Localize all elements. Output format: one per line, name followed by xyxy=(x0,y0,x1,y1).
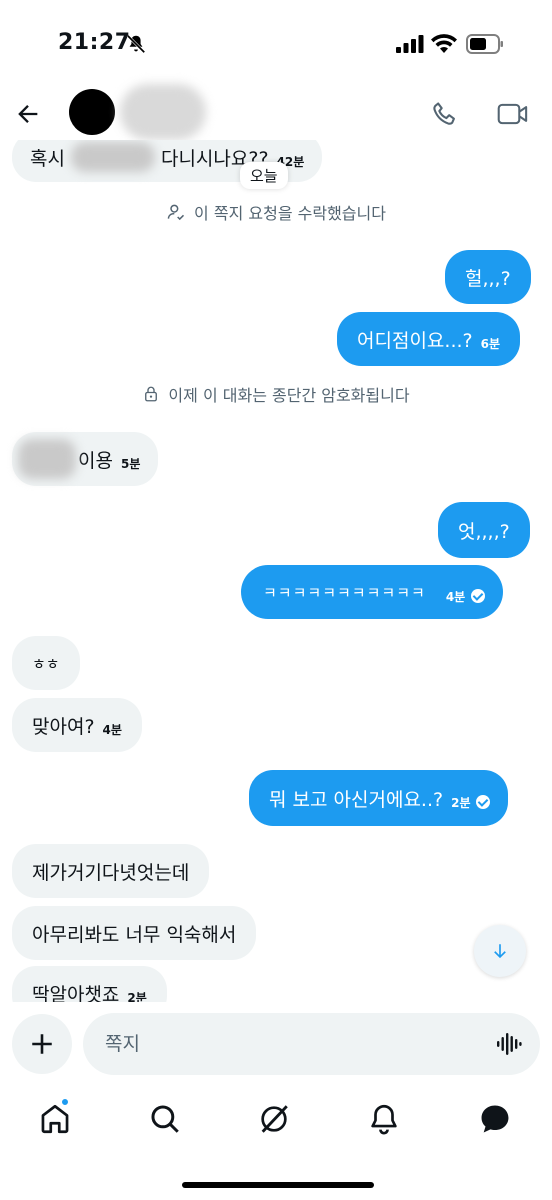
message-incoming[interactable]: 아무리봐도 너무 익숙해서 xyxy=(12,906,257,960)
message-outgoing[interactable]: ㅋㅋㅋㅋㅋㅋㅋㅋㅋㅋㅋ 4분 xyxy=(241,565,504,619)
message-incoming[interactable]: 이용 5분 xyxy=(12,432,159,486)
status-bar: 21:27 xyxy=(0,0,552,80)
phone-icon[interactable] xyxy=(430,100,458,128)
message-outgoing[interactable]: 엇,,,,? xyxy=(438,502,530,558)
system-notice-accepted: 이 쪽지 요청을 수락했습니다 xyxy=(0,200,552,224)
message-input[interactable] xyxy=(105,1013,485,1075)
status-time: 21:27 xyxy=(58,30,131,55)
back-arrow-icon[interactable] xyxy=(14,100,42,128)
message-outgoing[interactable]: 헐,,,? xyxy=(445,250,531,304)
bottom-nav xyxy=(0,1090,552,1150)
home-indicator xyxy=(182,1182,374,1188)
read-check-icon xyxy=(476,795,491,809)
message-outgoing[interactable]: 뭐 보고 아신거에요..? 2분 xyxy=(249,770,509,826)
message-list[interactable]: 혹시 다니시나요?? 42분 오늘 이 쪽지 요청을 수락했습니다 헐,,,? … xyxy=(0,140,552,1002)
battery-icon xyxy=(466,34,503,54)
read-check-icon xyxy=(471,589,486,603)
message-incoming[interactable]: 맞아여? 4분 xyxy=(12,698,142,752)
scroll-to-bottom-button[interactable] xyxy=(474,925,526,977)
add-attachment-button[interactable] xyxy=(12,1014,72,1074)
message-outgoing[interactable]: 어디점이요...? 6분 xyxy=(337,312,520,366)
message-incoming[interactable]: 제가거기다녓엇는데 xyxy=(12,844,210,898)
bell-icon[interactable] xyxy=(367,1102,401,1136)
redacted-text xyxy=(70,142,155,172)
bell-off-icon xyxy=(126,34,146,54)
voice-icon[interactable] xyxy=(496,1031,522,1057)
redacted-text xyxy=(18,439,76,479)
plus-icon xyxy=(32,1034,52,1054)
wifi-icon xyxy=(431,34,457,53)
video-icon[interactable] xyxy=(497,100,529,128)
home-icon[interactable] xyxy=(38,1102,72,1136)
lock-icon xyxy=(145,386,158,402)
system-notice-encrypted: 이제 이 대화는 종단간 암호화됩니다 xyxy=(0,382,552,406)
search-icon[interactable] xyxy=(148,1102,182,1136)
message-incoming[interactable]: 딱알아챗죠 2분 xyxy=(12,966,167,1002)
person-check-icon xyxy=(167,204,185,221)
avatar-redacted[interactable] xyxy=(120,84,206,140)
message-incoming[interactable]: ㅎㅎ xyxy=(12,636,80,690)
avatar[interactable] xyxy=(69,89,115,135)
messages-icon[interactable] xyxy=(478,1102,512,1136)
signal-icon xyxy=(396,35,424,53)
arrow-down-icon xyxy=(494,944,506,959)
date-divider: 오늘 xyxy=(240,162,288,189)
message-input-container xyxy=(83,1013,540,1075)
grok-icon[interactable] xyxy=(257,1102,291,1136)
notification-dot xyxy=(60,1097,70,1107)
